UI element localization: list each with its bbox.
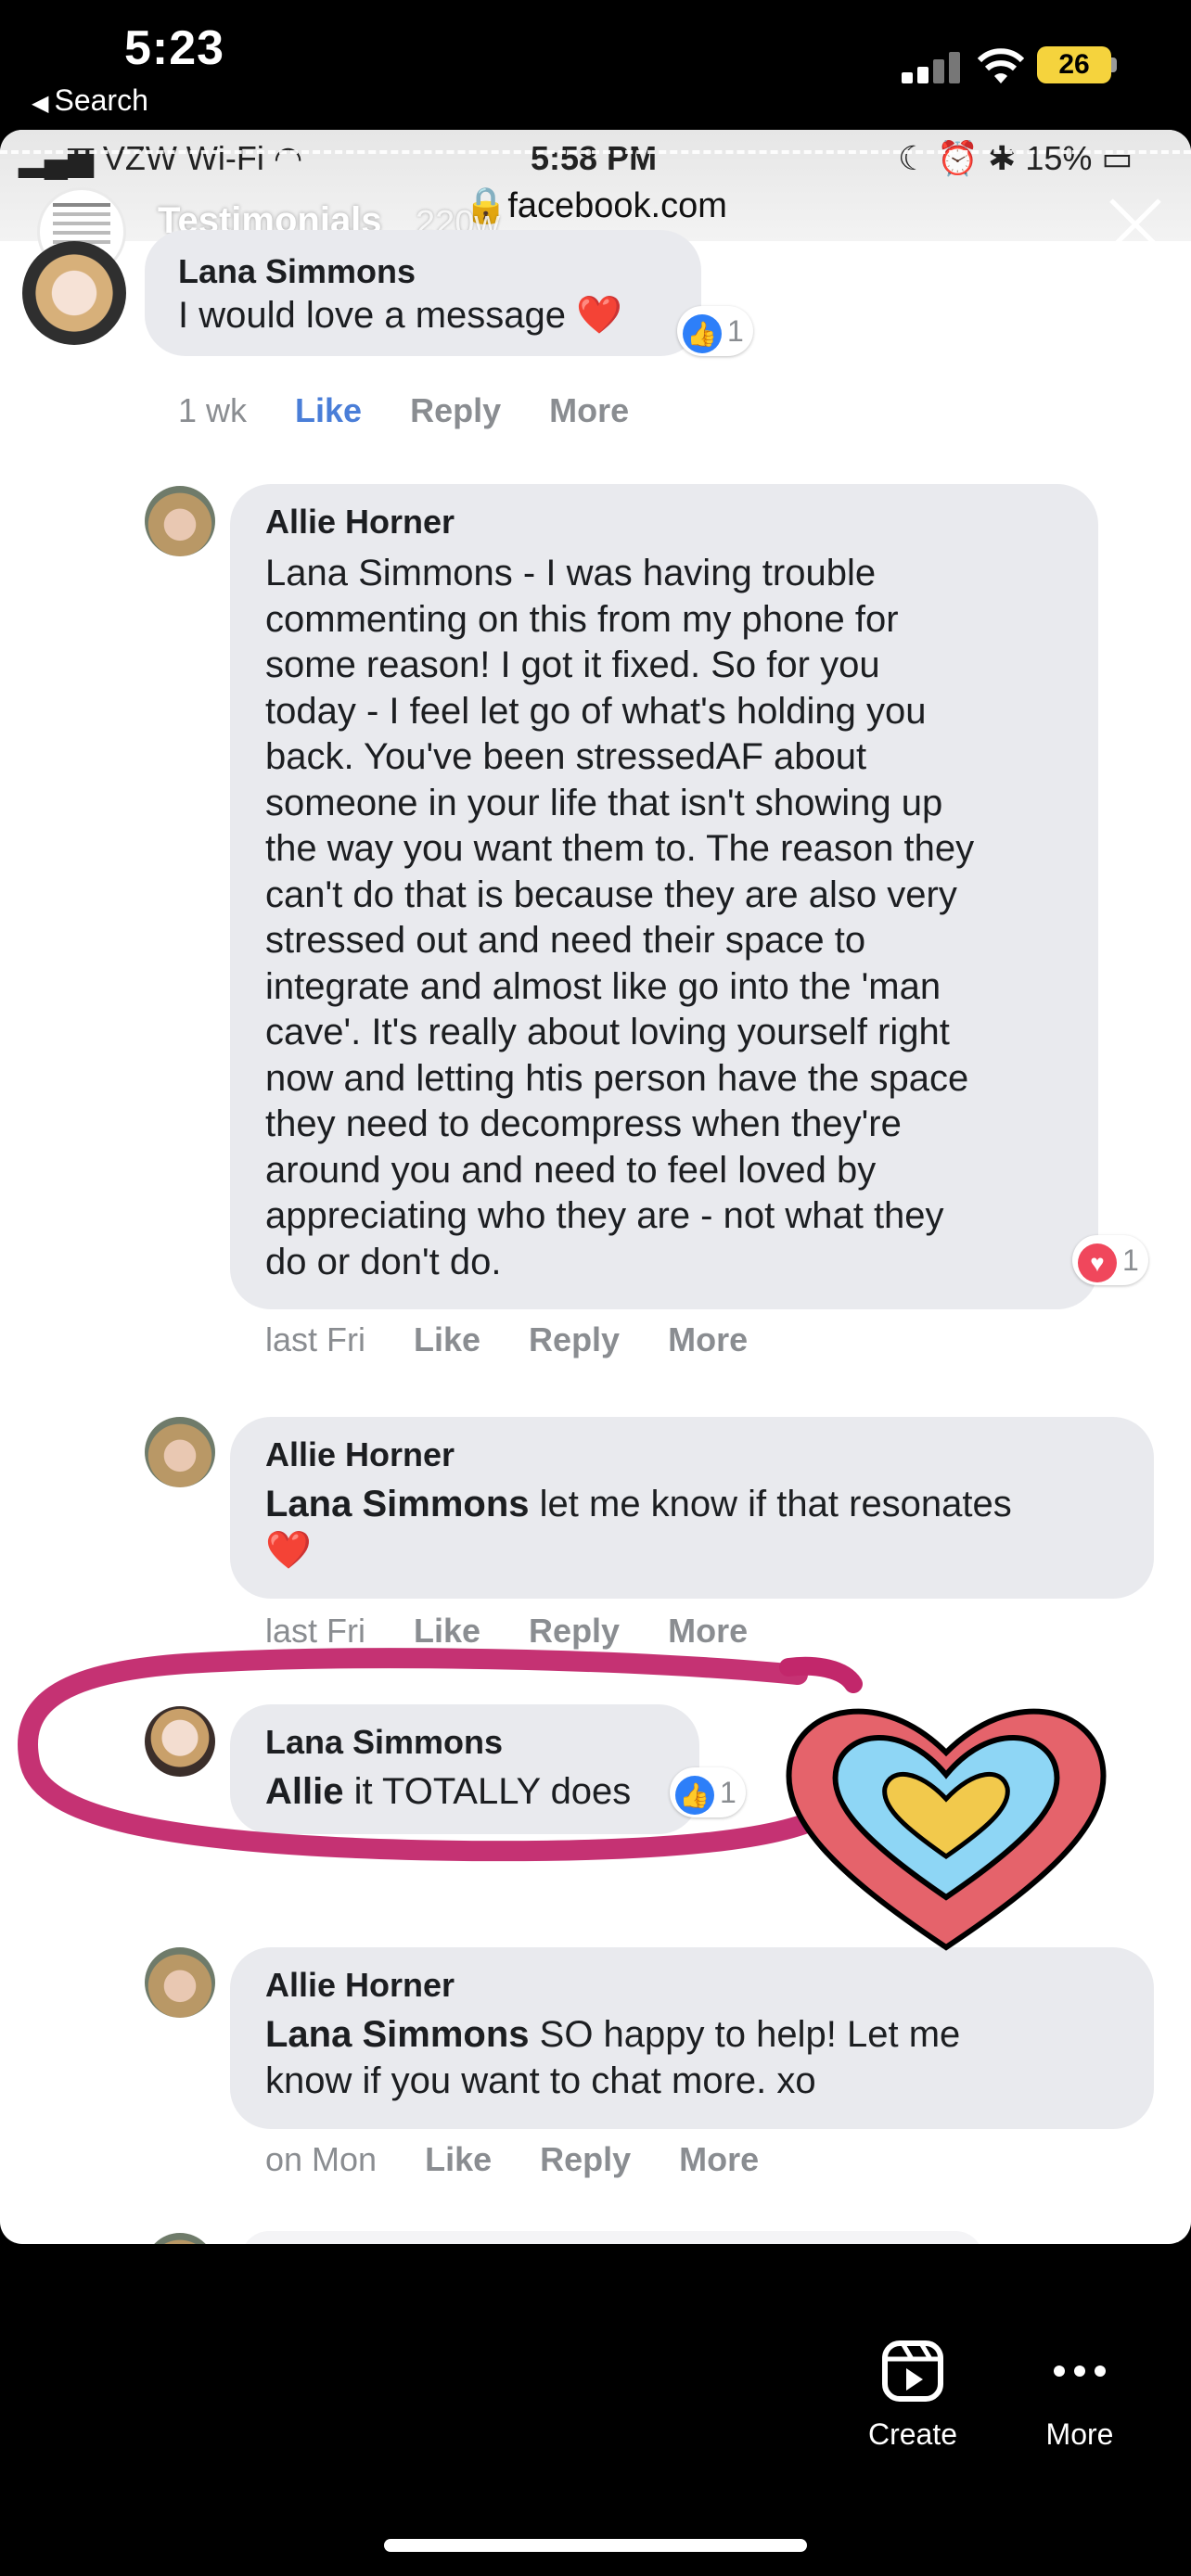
comment-line: someone in your life that isn't showing …	[265, 782, 943, 823]
more-link[interactable]: More	[668, 1320, 748, 1358]
comment-line: can't do that is because they are also v…	[265, 874, 957, 915]
commenter-name[interactable]: Allie Horner	[265, 1435, 455, 1474]
home-indicator[interactable]	[384, 2539, 807, 2552]
heart-sticker	[786, 1708, 1107, 1951]
comment-line: integrate and almost like go into the 'm…	[265, 965, 941, 1007]
bluetooth-icon: ✱	[988, 139, 1017, 177]
comment-meta-5: on Mon Like Reply More	[265, 2140, 760, 2178]
comment-line: commenting on this from my phone for	[265, 598, 899, 640]
avatar-allie[interactable]	[145, 1417, 215, 1487]
like-link[interactable]: Like	[425, 2140, 492, 2178]
comment-text: I would love a message ❤️	[178, 295, 622, 336]
mention: Lana Simmons	[265, 1484, 530, 1524]
back-arrow-icon: ◀	[32, 91, 49, 116]
comment-line: today - I feel let go of what's holding …	[265, 690, 927, 732]
love-reaction[interactable]: ♥ 1	[1072, 1235, 1148, 1285]
comment-text: Lana Simmons SO happy to help! Let me kno…	[265, 2014, 961, 2101]
ellipsis-icon	[1054, 2366, 1106, 2377]
heart-icon: ♥	[1078, 1243, 1117, 1282]
reels-icon	[882, 2340, 943, 2402]
comment-line: around you and need to feel loved by	[265, 1149, 877, 1191]
comment-bubble-4: Lana Simmons Allie it TOTALLY does	[230, 1704, 699, 1834]
more-link[interactable]: More	[679, 2140, 759, 2178]
commenter-name[interactable]: Allie Horner	[265, 503, 455, 542]
comment-bubble-3: Allie Horner Lana Simmons let me know if…	[230, 1417, 1154, 1599]
inner-time: 5:58 PM	[531, 139, 658, 177]
comment-line: now and letting htis person have the spa…	[265, 1057, 969, 1099]
back-to-search-link[interactable]: ◀ Search	[32, 83, 148, 118]
comment-meta-2: last Fri Like Reply More	[265, 1320, 749, 1358]
more-options-button[interactable]: More	[1030, 2339, 1130, 2452]
comment-line: appreciating who they are - not what the…	[265, 1195, 944, 1236]
avatar-lana[interactable]	[22, 241, 126, 345]
reply-link[interactable]: Reply	[529, 1612, 620, 1650]
reply-link[interactable]: Reply	[540, 2140, 631, 2178]
story-progress-bar	[0, 150, 1191, 154]
mention: Allie	[265, 1771, 344, 1812]
close-icon[interactable]	[1106, 195, 1165, 254]
comment-meta-3: last Fri Like Reply More	[265, 1612, 749, 1650]
comment-line: stressed out and need their space to	[265, 920, 866, 961]
comment-line: Lana Simmons - I was having trouble	[265, 553, 877, 593]
like-link[interactable]: Like	[414, 1612, 480, 1650]
comment-line: some reason! I got it fixed. So for you	[265, 644, 880, 685]
mention: Lana Simmons	[265, 2014, 530, 2055]
status-time: 5:23	[124, 21, 225, 75]
thumbs-up-icon: 👍	[683, 313, 722, 353]
commenter-name[interactable]: Allie Horner	[265, 1966, 455, 2005]
comment-line: back. You've been stressedAF about	[265, 736, 867, 777]
comment-line: they need to decompress when they're	[265, 1103, 902, 1144]
comment-bubble-2: Allie Horner Lana Simmons - I was having…	[230, 484, 1098, 1309]
comment-line: the way you want them to. The reason the…	[265, 828, 975, 869]
thumbs-up-icon: 👍	[675, 1775, 714, 1815]
reply-link[interactable]: Reply	[410, 391, 501, 429]
carrier-label: ▂▄▆ VZW Wi-Fi ◠	[19, 139, 303, 177]
comment-time: 1 wk	[178, 391, 248, 429]
like-link[interactable]: Like	[414, 1320, 480, 1358]
battery-small-icon: ▭	[1101, 139, 1133, 177]
reply-link[interactable]: Reply	[529, 1320, 620, 1358]
back-label: Search	[54, 83, 148, 117]
comment-text: Lana Simmons let me know if that resonat…	[265, 1484, 1012, 1571]
comment-text: Lana Simmons - I was having trouble comme…	[265, 551, 1082, 1285]
more-label: More	[1045, 2417, 1114, 2451]
moon-icon: ☾	[898, 139, 928, 177]
comment-bubble-1: Lana Simmons I would love a message ❤️	[145, 230, 701, 356]
alarm-icon: ⏰	[937, 139, 980, 177]
comment-bubble-peek	[241, 2231, 983, 2244]
create-label: Create	[867, 2417, 958, 2451]
avatar-allie[interactable]	[145, 486, 215, 556]
signal-icon	[902, 52, 961, 83]
wifi-small-icon: ◠	[273, 139, 303, 177]
comment-line: cave'. It's really about loving yourself…	[265, 1012, 950, 1052]
like-reaction[interactable]: 👍 1	[670, 1767, 746, 1817]
more-link[interactable]: More	[668, 1612, 748, 1650]
avatar-allie[interactable]	[145, 1947, 215, 2018]
inner-status-icons: ☾ ⏰ ✱ 15% ▭	[898, 139, 1133, 177]
battery-indicator: 26	[1037, 46, 1111, 83]
commenter-name[interactable]: Lana Simmons	[178, 252, 416, 291]
avatar-lana[interactable]	[145, 1706, 215, 1777]
like-link[interactable]: Like	[295, 391, 362, 429]
create-button[interactable]: Create	[863, 2339, 963, 2452]
more-link[interactable]: More	[549, 391, 629, 429]
like-reaction[interactable]: 👍 1	[677, 306, 753, 356]
comment-text: Allie it TOTALLY does	[265, 1771, 632, 1812]
wifi-icon	[977, 48, 1025, 83]
comment-bubble-5: Allie Horner Lana Simmons SO happy to he…	[230, 1947, 1154, 2129]
comment-meta-1: 1 wk Like Reply More	[178, 391, 677, 430]
commenter-name[interactable]: Lana Simmons	[265, 1723, 503, 1762]
avatar-peek	[145, 2233, 215, 2244]
comment-line: do or don't do.	[265, 1241, 502, 1282]
url-bar[interactable]: 🔒facebook.com	[464, 185, 727, 226]
battery-cap	[1111, 57, 1117, 72]
